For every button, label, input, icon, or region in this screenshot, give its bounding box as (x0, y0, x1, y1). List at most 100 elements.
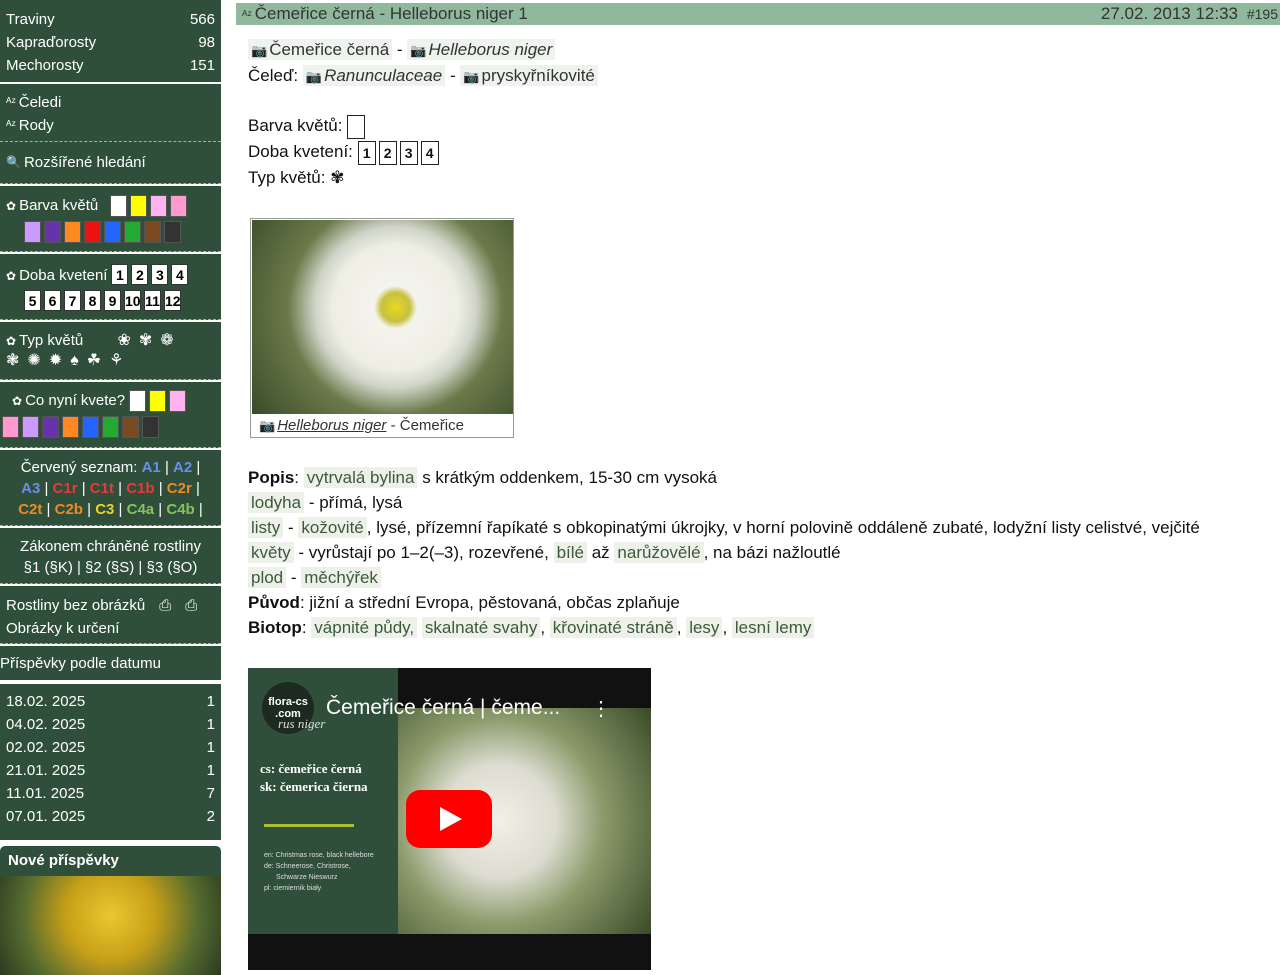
month-2[interactable]: 2 (131, 264, 149, 285)
color-swatch-1[interactable] (130, 195, 148, 217)
new-post-thumbnail[interactable] (0, 876, 221, 975)
color-swatch-7[interactable] (164, 221, 181, 243)
latin-name-link[interactable]: 📷 Helleborus niger (407, 39, 556, 60)
term-link[interactable]: květy (248, 542, 294, 563)
genera-link[interactable]: ᴬᶻ Rody (0, 114, 221, 137)
term-link[interactable]: křovinaté stráně (549, 617, 677, 638)
red-list-C2t[interactable]: C2t (18, 501, 42, 518)
month-9[interactable]: 9 (104, 290, 121, 311)
month-4[interactable]: 4 (171, 264, 189, 285)
term-link[interactable]: lesy (686, 617, 723, 638)
flower-type-4-icon[interactable]: ✾ (139, 330, 152, 350)
term-link[interactable]: narůžovělé (614, 542, 704, 563)
now-color-swatch-6[interactable] (122, 416, 139, 438)
category-mechorosty[interactable]: Mechorosty 151 (0, 54, 221, 77)
red-list-A1[interactable]: A1 (142, 459, 161, 476)
color-swatch-2[interactable] (64, 221, 81, 243)
color-swatch-3[interactable] (170, 195, 188, 217)
now-color-swatch-5[interactable] (102, 416, 119, 438)
color-swatch-3[interactable] (84, 221, 101, 243)
now-color-swatch-7[interactable] (142, 416, 159, 438)
flower-type-icon[interactable]: ✾ (330, 168, 344, 187)
color-swatch-0[interactable] (110, 195, 128, 217)
flower-type-umbel-icon[interactable]: ☘ (87, 350, 101, 370)
red-list-C4b[interactable]: C4b (166, 501, 194, 518)
red-list-C2b[interactable]: C2b (55, 501, 83, 518)
term-link[interactable]: měchýřek (301, 567, 381, 588)
more-options-icon[interactable]: ⋮ (591, 696, 611, 721)
czech-name-link[interactable]: 📷 Čemeřice černá (248, 39, 393, 60)
plant-photo[interactable]: 📷 Helleborus niger - Čemeřice (250, 218, 514, 438)
term-link[interactable]: plod (248, 567, 287, 588)
now-color-swatch-4[interactable] (82, 416, 99, 438)
now-color-swatch-3[interactable] (62, 416, 79, 438)
color-swatch-6[interactable] (144, 221, 161, 243)
video-title[interactable]: Čemeřice černá | čeme... (326, 696, 560, 720)
video-embed[interactable]: flora-cs .com Čemeřice černá | čeme... ⋮ … (248, 668, 651, 970)
now-color-swatch-1[interactable] (149, 390, 167, 412)
photo-caption[interactable]: 📷 Helleborus niger - Čemeřice (259, 417, 464, 434)
month-10[interactable]: 10 (124, 290, 141, 311)
flower-type-irregular-icon[interactable]: ⚘ (109, 350, 123, 370)
color-swatch-0[interactable] (24, 221, 41, 243)
flower-type-spike-icon[interactable]: ♠ (70, 352, 79, 370)
term-link[interactable]: lesní lemy (731, 617, 815, 638)
date-row[interactable]: 21.01. 2025 1 (0, 759, 221, 782)
now-color-swatch-0[interactable] (2, 416, 19, 438)
bloom-month-1[interactable]: 1 (357, 140, 376, 165)
now-color-swatch-2[interactable] (42, 416, 59, 438)
date-row[interactable]: 18.02. 2025 1 (0, 690, 221, 713)
month-7[interactable]: 7 (64, 290, 81, 311)
category-kapradorosty[interactable]: Kapraďorosty 98 (0, 31, 221, 54)
month-5[interactable]: 5 (24, 290, 41, 311)
color-swatch-4[interactable] (104, 221, 121, 243)
red-list-C1r[interactable]: C1r (53, 480, 78, 497)
category-traviny[interactable]: Traviny 566 (0, 8, 221, 31)
no-images-link[interactable]: Rostliny bez obrázků ⎙ ⎙ (0, 594, 221, 617)
now-color-swatch-0[interactable] (129, 390, 147, 412)
bloom-month-3[interactable]: 3 (399, 140, 418, 165)
post-number[interactable]: #195 (1247, 3, 1278, 25)
flower-type-6-icon[interactable]: ❃ (6, 350, 19, 370)
date-row[interactable]: 11.01. 2025 7 (0, 782, 221, 805)
term-link[interactable]: bílé (553, 542, 587, 563)
term-link[interactable]: vápnité půdy, (311, 617, 418, 638)
month-11[interactable]: 11 (144, 290, 161, 311)
bloom-month-4[interactable]: 4 (420, 140, 439, 165)
now-color-swatch-1[interactable] (22, 416, 39, 438)
red-list-C2r[interactable]: C2r (167, 480, 192, 497)
month-12[interactable]: 12 (164, 290, 181, 311)
flower-type-5-icon[interactable]: ❁ (160, 330, 173, 350)
term-link[interactable]: vytrvalá bylina (303, 467, 418, 488)
color-swatch-5[interactable] (124, 221, 141, 243)
term-link[interactable]: listy (248, 517, 284, 538)
advanced-search[interactable]: 🔍 Rozšířené hledání (0, 142, 221, 184)
family-czech-link[interactable]: 📷 pryskyřníkovité (460, 65, 598, 86)
families-link[interactable]: ᴬᶻ Čeledi (0, 91, 221, 114)
month-3[interactable]: 3 (151, 264, 169, 285)
term-link[interactable]: lodyha (248, 492, 305, 513)
month-1[interactable]: 1 (111, 264, 129, 285)
print-icon[interactable]: ⎙ (185, 594, 197, 617)
red-list-A2[interactable]: A2 (173, 459, 192, 476)
date-row[interactable]: 04.02. 2025 1 (0, 713, 221, 736)
bloom-month-2[interactable]: 2 (378, 140, 397, 165)
hellebore-image[interactable] (252, 220, 513, 414)
month-6[interactable]: 6 (44, 290, 61, 311)
color-swatch-2[interactable] (150, 195, 168, 217)
red-list-C4a[interactable]: C4a (127, 501, 155, 518)
flower-type-composite-icon[interactable]: ✹ (49, 350, 62, 370)
print-icon[interactable]: ⎙ (159, 594, 171, 617)
date-row[interactable]: 07.01. 2025 2 (0, 805, 221, 828)
protected-links[interactable]: §1 (§K) | §2 (§S) | §3 (§O) (0, 557, 221, 578)
date-row[interactable]: 02.02. 2025 1 (0, 736, 221, 759)
family-latin-link[interactable]: 📷 Ranunculaceae (302, 65, 446, 86)
term-link[interactable]: skalnaté svahy (421, 617, 541, 638)
flower-color-white[interactable] (347, 114, 366, 139)
red-list-C3[interactable]: C3 (95, 501, 114, 518)
now-color-swatch-2[interactable] (169, 390, 187, 412)
red-list-C1t[interactable]: C1t (90, 480, 114, 497)
color-swatch-1[interactable] (44, 221, 61, 243)
red-list-A3[interactable]: A3 (21, 480, 40, 497)
id-images-link[interactable]: Obrázky k určení (0, 617, 221, 640)
